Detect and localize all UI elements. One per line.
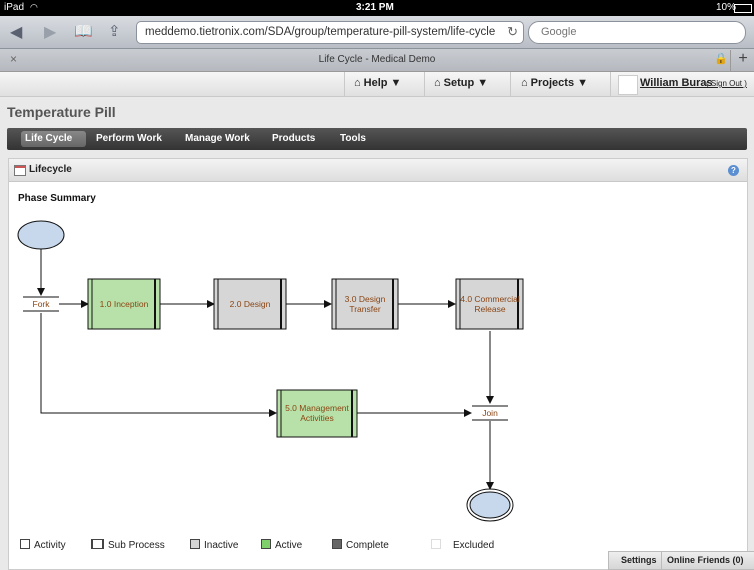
help-menu[interactable]: ⌂ Help ▼ [354, 77, 401, 89]
phase-design[interactable]: 2.0 Design [213, 278, 287, 330]
online-friends-link[interactable]: Online Friends (0) [667, 555, 744, 565]
wifi-icon: ◠ [30, 2, 38, 12]
divider [661, 552, 662, 569]
inactive-swatch [190, 539, 200, 549]
back-icon[interactable]: ◀ [10, 22, 22, 42]
fork-node[interactable]: Fork [23, 296, 59, 312]
address-bar[interactable]: meddemo.tietronix.com/SDA/group/temperat… [136, 21, 524, 44]
legend-activity-label: Activity [34, 540, 66, 551]
legend-inactive-label: Inactive [204, 540, 239, 551]
settings-link[interactable]: Settings [621, 555, 657, 565]
menu-products[interactable]: Products [272, 133, 315, 144]
legend-complete: Complete [332, 539, 389, 551]
phase-inception[interactable]: 1.0 Inception [87, 278, 161, 330]
legend-active: Active [261, 539, 302, 551]
user-name-link[interactable]: William Buras [640, 77, 713, 89]
menu-tools[interactable]: Tools [340, 133, 366, 144]
sub-process-swatch [91, 539, 104, 549]
home-icon: ⌂ [434, 77, 441, 89]
tab-bar: Life Cycle - Medical Demo × 🔒 + [0, 49, 754, 72]
phase-design-transfer-label-1: 3.0 Design [345, 294, 386, 304]
excluded-swatch [431, 539, 441, 549]
share-icon[interactable]: ⇪ [108, 22, 121, 40]
complete-swatch [332, 539, 342, 549]
setup-menu[interactable]: ⌂ Setup ▼ [434, 77, 488, 89]
lifecycle-panel: Lifecycle ? Phase Summary Fork 1.0 Incep… [8, 158, 748, 570]
bottom-dock-bar: Settings Online Friends (0) [608, 551, 754, 570]
main-menu: Life Cycle Perform Work Manage Work Prod… [7, 128, 747, 150]
phase-commercial-label-1: 4.0 Commercial [460, 294, 520, 304]
divider [344, 72, 345, 96]
phase-design-label: 2.0 Design [230, 299, 271, 309]
projects-menu-label: Projects [530, 77, 575, 89]
start-node[interactable] [17, 220, 65, 250]
legend-excluded: Excluded [431, 539, 494, 551]
page-title: Temperature Pill [7, 104, 116, 120]
divider [510, 72, 511, 96]
lock-icon: 🔒 [714, 53, 728, 65]
menu-manage-work[interactable]: Manage Work [185, 133, 250, 144]
bookmarks-icon[interactable]: 📖 [74, 22, 93, 40]
help-menu-label: Help [363, 77, 388, 89]
app-top-nav: ⌂ Help ▼ ⌂ Setup ▼ ⌂ Projects ▼ William Bur… [0, 72, 754, 97]
setup-menu-label: Setup [443, 77, 475, 89]
sign-out-link[interactable]: ( Sign Out ) [706, 79, 747, 88]
divider [610, 72, 611, 96]
home-icon: ⌂ [354, 77, 361, 89]
divider [424, 72, 425, 96]
home-icon: ⌂ [521, 77, 528, 89]
clock: 3:21 PM [356, 2, 394, 13]
new-tab-button[interactable]: + [730, 50, 754, 71]
phase-design-transfer-label-2: Transfer [349, 304, 381, 314]
reload-icon[interactable]: ↻ [507, 24, 518, 40]
phase-inception-label: 1.0 Inception [100, 299, 149, 309]
legend-activity: Activity [20, 539, 66, 551]
menu-life-cycle[interactable]: Life Cycle [25, 133, 72, 144]
forward-icon[interactable]: ▶ [44, 22, 56, 42]
device-name: iPad [4, 2, 25, 13]
browser-toolbar: ◀ ▶ 📖 ⇪ meddemo.tietronix.com/SDA/group/… [0, 16, 754, 49]
phase-commercial-release[interactable]: 4.0 Commercial Release [455, 278, 524, 330]
fork-label: Fork [33, 299, 51, 309]
search-bar[interactable] [528, 21, 746, 44]
activity-swatch [20, 539, 30, 549]
tab-title[interactable]: Life Cycle - Medical Demo [0, 54, 754, 65]
phase-design-transfer[interactable]: 3.0 Design Transfer [331, 278, 399, 330]
close-tab-icon[interactable]: × [10, 52, 17, 66]
url-text: meddemo.tietronix.com/SDA/group/temperat… [145, 26, 496, 38]
status-bar: iPad ◠ 3:21 PM 10% [0, 0, 754, 16]
phase-management-label-1: 5.0 Management [285, 403, 349, 413]
battery-icon [734, 4, 752, 13]
search-input[interactable] [539, 25, 733, 39]
end-node[interactable] [466, 488, 514, 522]
battery-level: 10% [716, 2, 737, 13]
join-node[interactable]: Join [472, 405, 508, 421]
avatar[interactable] [618, 75, 638, 95]
phase-management-label-2: Activities [300, 413, 334, 423]
legend-inactive: Inactive [190, 539, 238, 551]
legend-sub-process: Sub Process [91, 539, 165, 551]
lifecycle-diagram: Fork 1.0 Inception 2.0 Design 3.0 Design… [17, 220, 524, 522]
phase-management-activities[interactable]: 5.0 Management Activities [276, 389, 358, 438]
legend-sub-process-label: Sub Process [108, 540, 165, 551]
menu-perform-work[interactable]: Perform Work [96, 133, 162, 144]
join-label: Join [482, 408, 498, 418]
projects-menu[interactable]: ⌂ Projects ▼ [521, 77, 588, 89]
legend-complete-label: Complete [346, 540, 389, 551]
active-swatch [261, 539, 271, 549]
legend-active-label: Active [275, 540, 303, 551]
legend-excluded-label: Excluded [453, 540, 495, 551]
phase-commercial-label-2: Release [474, 304, 505, 314]
